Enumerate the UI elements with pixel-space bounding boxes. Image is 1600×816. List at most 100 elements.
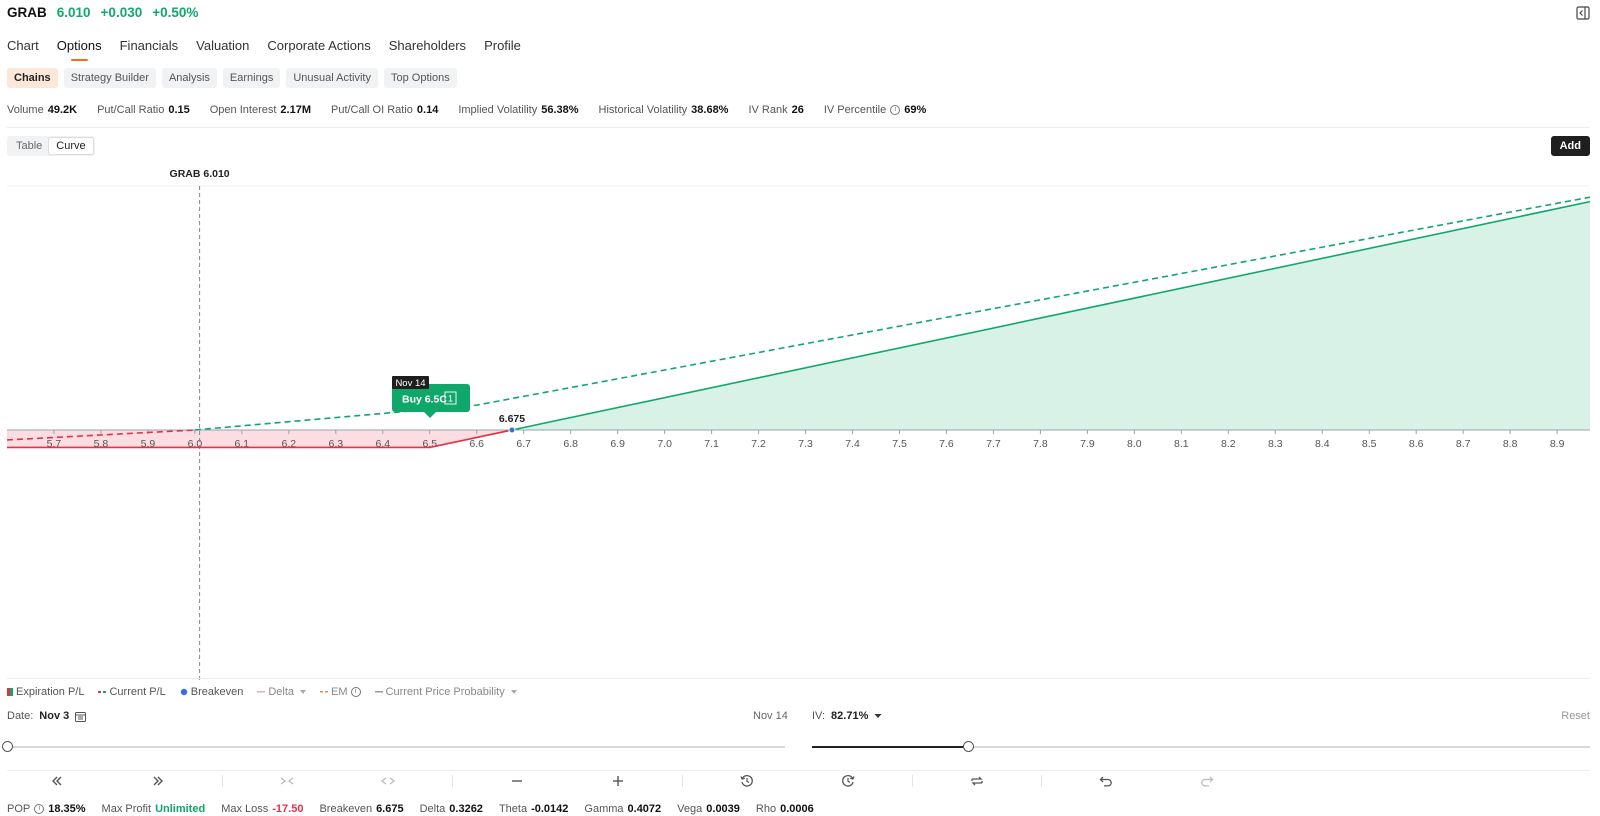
position-tooltip[interactable]: Nov 14 Buy 6.5C 1: [392, 376, 470, 418]
info-icon[interactable]: i: [350, 687, 361, 697]
x-tick-label: 8.8: [1503, 438, 1518, 450]
tab-profile[interactable]: Profile: [484, 38, 521, 59]
toolbar-divider: [222, 775, 223, 787]
date-value[interactable]: Nov 3: [39, 710, 69, 722]
price-change-pct: +0.50%: [152, 5, 199, 20]
summary-gamma: Gamma 0.4072: [584, 803, 662, 815]
info-icon[interactable]: i: [34, 804, 45, 814]
x-tick-label: 7.6: [939, 438, 954, 450]
toolbar-divider: [452, 775, 453, 787]
redo-icon[interactable]: [1199, 773, 1215, 789]
info-icon[interactable]: i: [890, 105, 901, 115]
x-tick-label: 6.7: [516, 438, 531, 450]
view-toggle: Table Curve: [7, 136, 95, 156]
date-slider-track: [7, 746, 785, 748]
caret-down-icon[interactable]: [874, 713, 882, 719]
iv-value[interactable]: 82.71%: [831, 710, 868, 722]
minus-icon[interactable]: [509, 773, 525, 789]
x-tick-label: 8.6: [1409, 438, 1424, 450]
iv-selector: IV: 82.71%: [812, 710, 882, 722]
iv-slider[interactable]: [812, 741, 1590, 752]
legend-current-price-probability[interactable]: Current Price Probability: [374, 686, 517, 698]
x-tick-label: 7.1: [704, 438, 719, 450]
toolbar-divider: [912, 775, 913, 787]
divider: [7, 127, 1590, 128]
legend-em[interactable]: EM i: [320, 686, 361, 698]
x-tick-label: 7.5: [892, 438, 907, 450]
x-tick-label: 7.9: [1080, 438, 1095, 450]
legend-current-pl[interactable]: Current P/L: [98, 686, 166, 698]
strategy-summary: POP i 18.35% Max Profit Unlimited Max Loss -…: [7, 803, 830, 815]
plus-icon[interactable]: [610, 773, 626, 789]
collapse-panel-icon[interactable]: [1576, 6, 1590, 20]
subtab-top-options[interactable]: Top Options: [384, 68, 457, 88]
summary-rho: Rho 0.0006: [755, 803, 814, 815]
summary-theta: Theta -0.0142: [498, 803, 569, 815]
tab-options[interactable]: Options: [57, 38, 102, 61]
swap-icon[interactable]: [969, 773, 985, 789]
stat-implied-volatility: Implied Volatility 56.38%: [458, 104, 579, 116]
legend-breakeven[interactable]: Breakeven: [180, 686, 243, 698]
subtab-earnings[interactable]: Earnings: [222, 68, 281, 88]
x-tick-label: 8.4: [1315, 438, 1330, 450]
iv-slider-fill: [812, 746, 968, 748]
subtab-chains[interactable]: Chains: [7, 68, 58, 88]
options-stats: Volume 49.2K Put/Call Ratio 0.15 Open Inte…: [7, 104, 946, 116]
stat-historical-volatility: Historical Volatility 38.68%: [598, 104, 729, 116]
toolbar-divider: [1041, 775, 1042, 787]
tab-corporate-actions[interactable]: Corporate Actions: [267, 38, 370, 59]
date-slider-handle[interactable]: [2, 741, 13, 752]
x-tick-label: 7.8: [1033, 438, 1048, 450]
breakeven-dot-icon: [180, 688, 187, 696]
chevron-down-icon: [510, 690, 517, 694]
subtab-unusual-activity[interactable]: Unusual Activity: [286, 68, 378, 88]
double-right-icon[interactable]: [150, 773, 166, 789]
price-change: +0.030: [100, 5, 143, 20]
x-tick-label: 6.6: [469, 438, 484, 450]
x-tick-label: 7.0: [657, 438, 672, 450]
clock-forward-icon[interactable]: [840, 773, 856, 789]
current-price-label: GRAB 6.010: [170, 168, 230, 180]
iv-slider-handle[interactable]: [962, 741, 974, 752]
tab-valuation[interactable]: Valuation: [196, 38, 249, 59]
subtab-analysis[interactable]: Analysis: [161, 68, 217, 88]
x-tick-label: 7.2: [751, 438, 766, 450]
x-tick-label: 8.3: [1268, 438, 1283, 450]
reset-button[interactable]: Reset: [1561, 710, 1590, 722]
options-sub-nav: Chains Strategy Builder Analysis Earning…: [7, 68, 457, 88]
summary-delta: Delta 0.3262: [419, 803, 483, 815]
stat-put-call-oi-ratio: Put/Call OI Ratio 0.14: [330, 104, 439, 116]
tab-shareholders[interactable]: Shareholders: [389, 38, 466, 59]
stat-put-call-ratio: Put/Call Ratio 0.15: [97, 104, 190, 116]
tab-chart[interactable]: Chart: [7, 38, 39, 59]
subtab-strategy-builder[interactable]: Strategy Builder: [63, 68, 156, 88]
stat-volume: Volume 49.2K: [7, 104, 78, 116]
summary-max-loss: Max Loss -17.50: [221, 803, 304, 815]
legend-expiration-pl[interactable]: Expiration P/L: [7, 686, 84, 698]
collapse-horizontal-icon[interactable]: [279, 773, 295, 789]
double-left-icon[interactable]: [49, 773, 65, 789]
chart-legend: Expiration P/L Current P/L Breakeven Del…: [7, 686, 517, 698]
add-button[interactable]: Add: [1550, 136, 1590, 156]
undo-icon[interactable]: [1098, 773, 1114, 789]
expand-horizontal-icon[interactable]: [380, 773, 396, 789]
delta-swatch-icon: [257, 691, 266, 693]
stat-iv-percentile: IV Percentile i 69%: [823, 104, 927, 116]
legend-delta[interactable]: Delta: [257, 686, 307, 698]
calendar-icon[interactable]: [75, 711, 87, 722]
current-pl-swatch-icon: [98, 691, 107, 693]
last-price: 6.010: [56, 5, 91, 20]
view-curve-button[interactable]: Curve: [49, 138, 93, 154]
pl-chart[interactable]: 5.7 5.8 5.9 6.0 6.1 6.2 6.3 6.4 6.5 6.6 6.7 6.8 6.9 7…: [0, 160, 1600, 680]
history-icon[interactable]: [739, 773, 755, 789]
view-table-button[interactable]: Table: [9, 138, 49, 154]
x-tick-label: 8.9: [1550, 438, 1565, 450]
expiration-date-label: Nov 14: [753, 710, 788, 722]
divider: [7, 678, 1590, 679]
date-slider[interactable]: [2, 741, 785, 752]
x-tick-label: 6.8: [563, 438, 578, 450]
tab-financials[interactable]: Financials: [120, 38, 179, 59]
tooltip-label: Buy 6.5C: [402, 394, 447, 406]
main-nav: Chart Options Financials Valuation Corpo…: [7, 38, 539, 61]
x-tick-label: 8.0: [1127, 438, 1142, 450]
